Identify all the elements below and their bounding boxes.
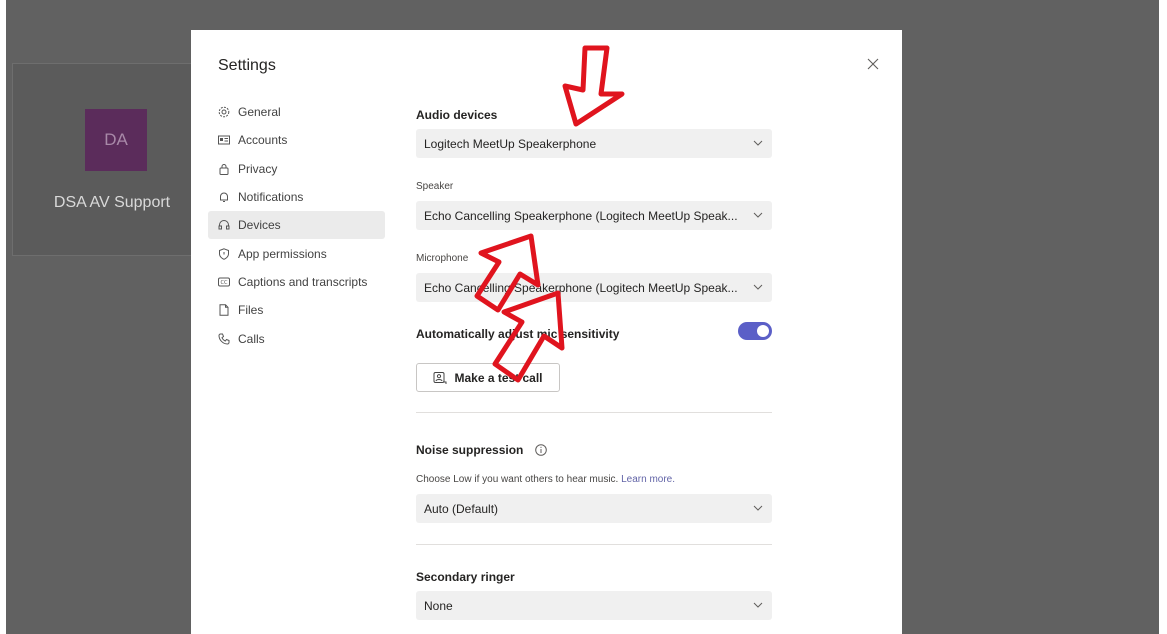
info-icon[interactable] xyxy=(534,444,547,456)
settings-dialog: Settings General Accounts Privacy Notifi… xyxy=(191,30,902,634)
cc-icon: CC xyxy=(218,276,230,288)
nav-item-label: Accounts xyxy=(238,133,288,148)
noise-suppression-title: Noise suppression xyxy=(416,443,547,457)
nav-item-devices[interactable]: Devices xyxy=(208,211,385,240)
close-button[interactable] xyxy=(865,56,881,72)
learn-more-link[interactable]: Learn more. xyxy=(621,474,675,485)
test-call-button[interactable]: Make a test call xyxy=(416,363,560,392)
secondary-ringer-select[interactable]: None xyxy=(416,591,772,620)
nav-item-label: General xyxy=(238,105,281,120)
test-call-icon xyxy=(433,371,447,385)
toggle-knob xyxy=(757,325,769,337)
shield-icon xyxy=(218,247,230,260)
microphone-label: Microphone xyxy=(416,253,469,264)
nav-item-label: Notifications xyxy=(238,190,304,205)
auto-adjust-toggle[interactable] xyxy=(738,322,772,340)
noise-suppression-label: Noise suppression xyxy=(416,443,524,457)
divider xyxy=(416,544,772,545)
noise-suppression-value: Auto (Default) xyxy=(424,501,499,516)
noise-suppression-select[interactable]: Auto (Default) xyxy=(416,494,772,523)
settings-nav: General Accounts Privacy Notifications D… xyxy=(208,98,385,353)
headset-icon xyxy=(218,219,230,231)
phone-icon xyxy=(218,333,230,345)
svg-text:CC: CC xyxy=(221,280,228,286)
window-edge-left xyxy=(0,0,6,634)
nav-item-label: Captions and transcripts xyxy=(238,274,368,289)
chevron-down-icon xyxy=(753,140,763,146)
nav-item-label: App permissions xyxy=(238,246,327,261)
nav-item-files[interactable]: Files xyxy=(208,296,385,324)
avatar: DA xyxy=(85,109,147,171)
bell-icon xyxy=(218,191,230,203)
audio-device-select[interactable]: Logitech MeetUp Speakerphone xyxy=(416,129,772,158)
nav-item-label: Devices xyxy=(238,218,281,233)
chevron-down-icon xyxy=(753,505,763,511)
contact-name: DSA AV Support xyxy=(53,194,171,211)
nav-item-notifications[interactable]: Notifications xyxy=(208,183,385,211)
nav-item-privacy[interactable]: Privacy xyxy=(208,155,385,183)
nav-item-label: Privacy xyxy=(238,161,278,176)
divider xyxy=(416,412,772,413)
chevron-down-icon xyxy=(753,602,763,608)
audio-devices-title: Audio devices xyxy=(416,108,498,122)
nav-item-label: Files xyxy=(238,303,264,318)
nav-item-calls[interactable]: Calls xyxy=(208,324,385,352)
nav-item-app-permissions[interactable]: App permissions xyxy=(208,239,385,267)
chevron-down-icon xyxy=(753,212,763,218)
nav-item-label: Calls xyxy=(238,331,265,346)
dialog-title: Settings xyxy=(218,57,276,74)
file-icon xyxy=(218,304,230,316)
speaker-select[interactable]: Echo Cancelling Speakerphone (Logitech M… xyxy=(416,201,772,230)
noise-help-text: Choose Low if you want others to hear mu… xyxy=(416,474,675,485)
microphone-value: Echo Cancelling Speakerphone (Logitech M… xyxy=(424,280,738,295)
gear-icon xyxy=(218,106,230,118)
secondary-ringer-value: None xyxy=(424,598,453,613)
test-call-label: Make a test call xyxy=(454,370,543,385)
audio-device-value: Logitech MeetUp Speakerphone xyxy=(424,136,597,151)
nav-item-accounts[interactable]: Accounts xyxy=(208,126,385,154)
lock-icon xyxy=(218,163,230,175)
id-card-icon xyxy=(218,134,230,146)
microphone-select[interactable]: Echo Cancelling Speakerphone (Logitech M… xyxy=(416,273,772,302)
auto-adjust-label: Automatically adjust mic sensitivity xyxy=(416,327,620,341)
speaker-label: Speaker xyxy=(416,181,454,192)
background-contact-card: DA DSA AV Support xyxy=(12,63,212,256)
close-icon xyxy=(867,58,879,70)
chevron-down-icon xyxy=(753,284,763,290)
secondary-ringer-title: Secondary ringer xyxy=(416,570,515,584)
window-edge-right xyxy=(1159,0,1167,634)
nav-item-general[interactable]: General xyxy=(208,98,385,126)
nav-item-captions[interactable]: CC Captions and transcripts xyxy=(208,268,385,296)
speaker-value: Echo Cancelling Speakerphone (Logitech M… xyxy=(424,208,738,223)
noise-help-label: Choose Low if you want others to hear mu… xyxy=(416,474,619,485)
